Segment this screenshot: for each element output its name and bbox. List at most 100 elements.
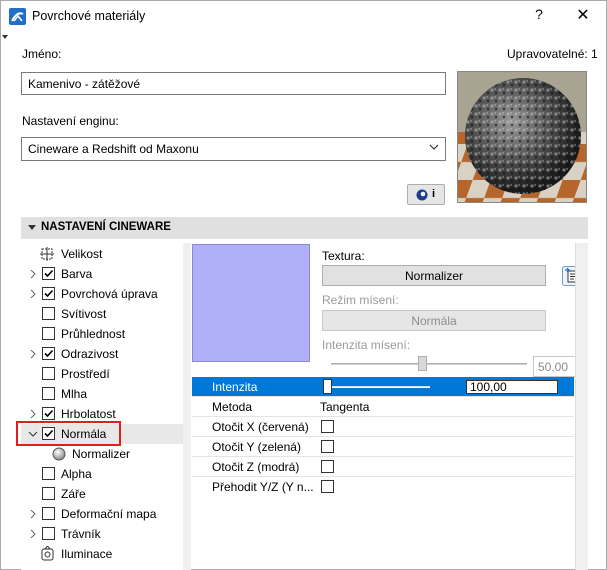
tree-item-label: Velikost — [61, 247, 103, 261]
tree-item-finish[interactable]: Povrchová úprava — [21, 284, 183, 304]
texture-label: Textura: — [322, 249, 365, 263]
editable-count-label: Upravovatelné: 1 — [507, 47, 598, 61]
chevron-down-icon — [429, 144, 439, 150]
tree-item-label: Průhlednost — [61, 327, 126, 341]
blend-mode-label: Režim mísení: — [322, 293, 399, 307]
tree-item-normalizer[interactable]: Normalizer — [21, 444, 183, 464]
checkbox-displacement[interactable] — [42, 507, 55, 520]
method-value[interactable]: Tangenta — [320, 400, 369, 414]
chevron-right-icon[interactable] — [28, 529, 38, 539]
tree-item-grass[interactable]: Trávník — [21, 524, 183, 544]
checkbox-grass[interactable] — [42, 527, 55, 540]
vertical-scrollbar[interactable] — [575, 243, 588, 570]
blend-intensity-thumb[interactable] — [418, 356, 427, 371]
chevron-right-icon[interactable] — [28, 269, 38, 279]
blend-intensity-slider[interactable] — [331, 363, 527, 365]
tree-item-label: Deformační mapa — [61, 507, 157, 521]
window-title: Povrchové materiály — [32, 9, 146, 23]
tree-item-label: Prostředí — [61, 367, 110, 381]
tree-item-color[interactable]: Barva — [21, 264, 183, 284]
property-row-intensity[interactable]: Intenzita 100,00 — [192, 377, 574, 397]
blend-intensity-input[interactable]: 50,00 — [533, 356, 579, 377]
intensity-label: Intenzita — [212, 380, 258, 394]
tree-item-label: Barva — [61, 267, 93, 281]
tree-item-displacement[interactable]: Deformační mapa — [21, 504, 183, 524]
checkbox-reflectance[interactable] — [42, 347, 55, 360]
checkbox-alpha[interactable] — [42, 467, 55, 480]
property-row-flip-x[interactable]: Otočit X (červená) — [192, 417, 574, 437]
material-preview — [457, 71, 587, 203]
tree-item-label: Alpha — [61, 467, 92, 481]
checkbox-luminance[interactable] — [42, 307, 55, 320]
checkbox-bump[interactable] — [42, 407, 55, 420]
size-icon — [40, 247, 54, 261]
tree-item-glow[interactable]: Záře — [21, 484, 183, 504]
chevron-right-icon[interactable] — [28, 509, 38, 519]
swap-yz-checkbox[interactable] — [321, 480, 334, 493]
property-row-flip-z[interactable]: Otočit Z (modrá) — [192, 457, 574, 477]
name-input[interactable]: Kamenivo - zátěžové — [21, 72, 446, 95]
tree-item-label: Mlha — [61, 387, 88, 401]
name-label: Jméno: — [22, 47, 62, 61]
flip-y-label: Otočit Y (zelená) — [212, 440, 301, 454]
engine-select[interactable]: Cineware a Redshift od Maxonu — [21, 137, 446, 161]
cineware-settings-header[interactable]: NASTAVENÍ CINEWARE — [21, 217, 588, 239]
chevron-right-icon[interactable] — [28, 349, 38, 359]
intensity-input[interactable]: 100,00 — [466, 380, 558, 394]
title-bar: Povrchové materiály ? ✕ — [1, 1, 606, 32]
tree-item-size[interactable]: Velikost — [21, 244, 183, 264]
blend-mode-select[interactable]: Normála — [322, 310, 546, 331]
chevron-right-icon[interactable] — [28, 289, 38, 299]
property-row-flip-y[interactable]: Otočit Y (zelená) — [192, 437, 574, 457]
tree-item-label: Trávník — [61, 527, 101, 541]
tree-item-label: Svítivost — [61, 307, 107, 321]
tree-item-reflectance[interactable]: Odrazivost — [21, 344, 183, 364]
tree-item-environment[interactable]: Prostředí — [21, 364, 183, 384]
channel-tree: Velikost Barva Povrchová úprava Svítivos… — [21, 243, 183, 570]
surface-materials-dialog: Povrchové materiály ? ✕ Jméno: Upravovat… — [0, 0, 607, 570]
preview-sphere-image — [458, 72, 586, 202]
checkbox-fog[interactable] — [42, 387, 55, 400]
checkbox-color[interactable] — [42, 267, 55, 280]
engine-label: Nastavení enginu: — [22, 114, 119, 128]
tree-item-label: Odrazivost — [61, 347, 119, 361]
tree-item-transparency[interactable]: Průhlednost — [21, 324, 183, 344]
section-title: NASTAVENÍ CINEWARE — [41, 221, 171, 233]
tree-item-label: Hrbolatost — [61, 407, 116, 421]
help-button[interactable]: ? — [527, 6, 551, 26]
flip-x-label: Otočit X (červená) — [212, 420, 309, 434]
checkbox-finish[interactable] — [42, 287, 55, 300]
checkbox-transparency[interactable] — [42, 327, 55, 340]
chevron-right-icon[interactable] — [28, 409, 38, 419]
intensity-slider[interactable] — [324, 386, 430, 388]
tree-item-alpha[interactable]: Alpha — [21, 464, 183, 484]
tree-item-label: Povrchová úprava — [61, 287, 158, 301]
cineware-info-button[interactable]: i — [407, 184, 445, 205]
flip-z-checkbox[interactable] — [321, 460, 334, 473]
pane-divider[interactable] — [183, 243, 191, 570]
tree-item-illumination[interactable]: Iluminace — [21, 544, 183, 564]
property-row-swap-yz[interactable]: Přehodit Y/Z (Y n... — [192, 477, 574, 497]
intensity-thumb[interactable] — [323, 379, 332, 394]
blend-intensity-label: Intenzita mísení: — [322, 338, 411, 352]
highlight-box — [16, 421, 121, 446]
flip-x-checkbox[interactable] — [321, 420, 334, 433]
property-row-method[interactable]: Metoda Tangenta — [192, 397, 574, 417]
tree-item-fog[interactable]: Mlha — [21, 384, 183, 404]
info-label: i — [432, 188, 436, 200]
flip-y-checkbox[interactable] — [321, 440, 334, 453]
sphere-icon — [52, 447, 66, 461]
tree-item-label: Iluminace — [61, 547, 113, 561]
tree-item-luminance[interactable]: Svítivost — [21, 304, 183, 324]
close-button[interactable]: ✕ — [571, 5, 595, 27]
flip-z-label: Otočit Z (modrá) — [212, 460, 300, 474]
app-icon — [9, 8, 26, 25]
texture-swatch — [192, 244, 310, 362]
collapse-triangle-icon — [28, 225, 36, 230]
checkbox-environment[interactable] — [42, 367, 55, 380]
illumination-icon — [41, 546, 54, 561]
checkbox-glow[interactable] — [42, 487, 55, 500]
method-label: Metoda — [212, 400, 253, 414]
collapse-marker-icon — [2, 35, 8, 39]
texture-button[interactable]: Normalizer — [322, 265, 546, 286]
